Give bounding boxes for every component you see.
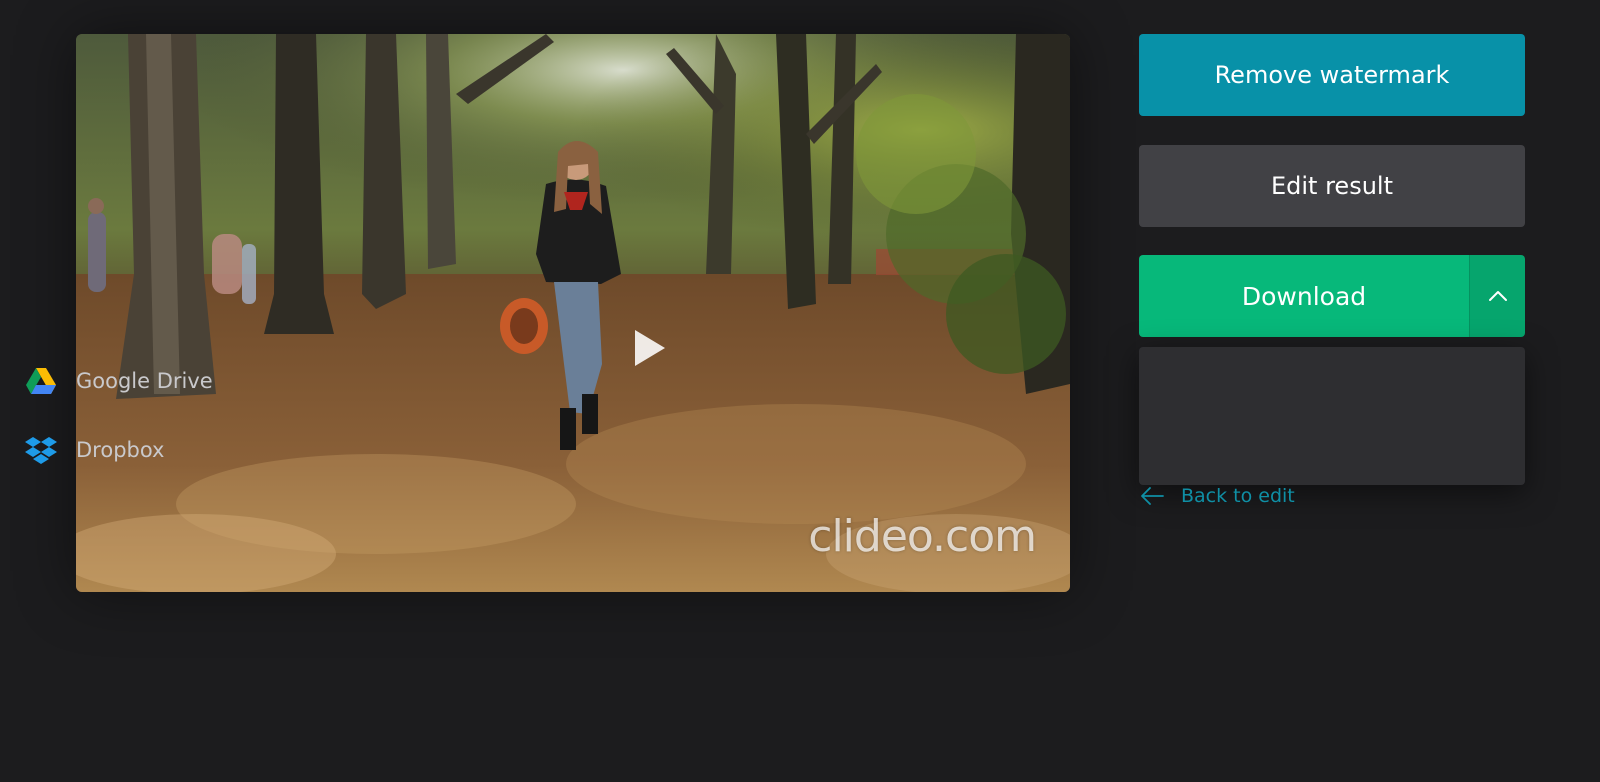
download-button-group: Download [1139, 255, 1525, 337]
menu-item-google-drive[interactable]: Google Drive [0, 352, 386, 410]
download-label: Download [1241, 281, 1367, 311]
video-preview[interactable]: clideo.com [76, 34, 1070, 592]
menu-item-label: Google Drive [76, 369, 213, 393]
back-to-edit-link[interactable]: Back to edit [1139, 482, 1295, 510]
edit-result-label: Edit result [1270, 172, 1393, 200]
download-options-toggle[interactable] [1469, 255, 1525, 337]
back-to-edit-label: Back to edit [1181, 485, 1295, 507]
menu-item-label: Dropbox [76, 438, 165, 462]
menu-item-dropbox[interactable]: Dropbox [0, 421, 386, 479]
chevron-up-icon [1488, 291, 1507, 301]
video-frame [76, 34, 1070, 592]
arrow-left-icon [1141, 487, 1164, 505]
dropbox-icon [24, 435, 58, 465]
remove-watermark-label: Remove watermark [1214, 61, 1450, 89]
download-destination-menu [1139, 347, 1525, 485]
play-icon[interactable] [633, 328, 667, 368]
edit-result-button[interactable]: Edit result [1139, 145, 1525, 227]
remove-watermark-button[interactable]: Remove watermark [1139, 34, 1525, 116]
google-drive-icon [24, 366, 58, 396]
result-page: clideo.com Remove watermark Edit result … [0, 0, 1600, 782]
watermark-text: clideo.com [808, 511, 1037, 562]
download-button[interactable]: Download [1139, 255, 1469, 337]
